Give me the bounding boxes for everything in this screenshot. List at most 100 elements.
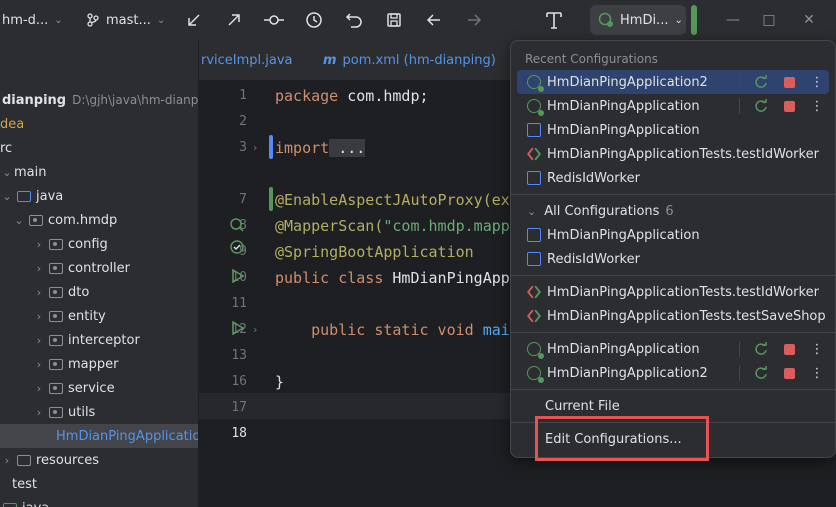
code-line: public static void mai	[275, 321, 510, 339]
stop-icon[interactable]	[781, 98, 797, 114]
chevron-right-icon: ›	[36, 285, 42, 299]
line-number: 2	[239, 114, 247, 129]
more-options-icon[interactable]: ⋮	[809, 74, 825, 90]
recent-configurations-header: Recent Configurations	[525, 52, 658, 66]
stop-icon[interactable]	[781, 365, 797, 381]
divider	[511, 389, 836, 390]
tree-item-service[interactable]: › service	[32, 376, 115, 400]
config-item[interactable]: HmDianPingApplication2 ⋮	[517, 70, 829, 94]
tree-item-idea[interactable]: dea	[0, 112, 24, 136]
config-item[interactable]: HmDianPingApplicationTests.testIdWorker	[517, 280, 829, 304]
tree-item-interceptor[interactable]: › interceptor	[32, 328, 140, 352]
tree-item-dto[interactable]: › dto	[32, 280, 90, 304]
root-path: D:\gjh\java\hm-dianpin	[72, 93, 199, 107]
more-options-icon[interactable]: ⋮	[809, 341, 825, 357]
chevron-down-icon: ⌄	[674, 14, 683, 26]
minimize-icon[interactable]: —	[720, 8, 746, 32]
rollback-icon[interactable]	[342, 8, 366, 32]
code-line: public class HmDianPingApp	[275, 269, 510, 287]
vcs-added-marker	[269, 187, 273, 211]
tab-service-impl[interactable]: rviceImpl.java	[201, 40, 293, 80]
package-icon	[49, 238, 63, 250]
tree-item-mapper[interactable]: › mapper	[32, 352, 119, 376]
line-number: 16	[231, 374, 247, 389]
tree-item-main-class[interactable]: HmDianPingApplicatio	[0, 424, 198, 448]
config-item[interactable]: HmDianPingApplicationTests.testSaveShop	[517, 304, 829, 328]
test-icon	[527, 309, 541, 323]
vcs-change-marker	[269, 135, 273, 159]
close-icon[interactable]: ✕	[796, 8, 822, 32]
code-line: @SpringBootApplication	[275, 243, 474, 261]
test-icon	[527, 285, 541, 299]
config-item[interactable]: HmDianPingApplication2 ⋮	[517, 361, 829, 385]
divider	[511, 332, 836, 333]
rerun-icon[interactable]	[753, 341, 769, 357]
forward-arrow-icon[interactable]	[462, 8, 486, 32]
save-icon[interactable]	[382, 8, 406, 32]
run-status-indicator	[691, 5, 697, 35]
chevron-right-icon: ›	[36, 309, 42, 323]
push-icon[interactable]	[222, 8, 246, 32]
config-item[interactable]: HmDianPingApplication ⋮	[517, 94, 829, 118]
commit-icon[interactable]	[262, 8, 286, 32]
chevron-down-icon: ⌄	[2, 189, 12, 203]
code-line: @EnableAspectJAutoProxy(ex	[275, 191, 510, 209]
rerun-icon[interactable]	[753, 98, 769, 114]
maximize-icon[interactable]: □	[756, 8, 782, 32]
line-number: 1	[239, 88, 247, 103]
build-hammer-icon[interactable]	[542, 8, 566, 32]
history-icon[interactable]	[302, 8, 326, 32]
stop-icon[interactable]	[781, 74, 797, 90]
update-project-icon[interactable]	[182, 8, 206, 32]
tree-item-controller[interactable]: › controller	[32, 256, 130, 280]
tree-item-utils[interactable]: › utils	[32, 400, 96, 424]
fold-chevron-icon[interactable]: ›	[253, 323, 263, 336]
more-options-icon[interactable]: ⋮	[809, 98, 825, 114]
chevron-right-icon: ›	[36, 237, 42, 251]
code-line: }	[275, 373, 285, 391]
config-item[interactable]: HmDianPingApplication	[517, 223, 829, 247]
tree-item-src[interactable]: rc	[0, 136, 12, 160]
branch-selector[interactable]: mast... ⌄	[86, 8, 165, 32]
tree-root[interactable]: dianping D:\gjh\java\hm-dianpin	[2, 88, 199, 112]
tree-item-entity[interactable]: › entity	[32, 304, 106, 328]
tree-item-test-java[interactable]: java	[0, 496, 49, 507]
config-item[interactable]: HmDianPingApplication	[517, 118, 829, 142]
bean-search-icon[interactable]	[229, 217, 245, 233]
more-options-icon[interactable]: ⋮	[809, 365, 825, 381]
config-item[interactable]: RedisIdWorker	[517, 247, 829, 271]
config-item[interactable]: HmDianPingApplicationTests.testIdWorker	[517, 142, 829, 166]
divider	[511, 275, 836, 276]
back-arrow-icon[interactable]	[422, 8, 446, 32]
current-file-item[interactable]: Current File	[517, 394, 829, 418]
tree-item-config[interactable]: › config	[32, 232, 108, 256]
spring-app-icon	[527, 75, 544, 92]
rerun-icon[interactable]	[753, 74, 769, 90]
config-item[interactable]: HmDianPingApplication ⋮	[517, 337, 829, 361]
all-configurations-toggle[interactable]: ⌄ All Configurations 6	[517, 199, 829, 223]
tree-item-java[interactable]: ⌄ java	[0, 184, 63, 208]
chevron-right-icon: ›	[36, 405, 42, 419]
run-gutter-icon[interactable]	[231, 321, 245, 335]
stop-icon[interactable]	[781, 341, 797, 357]
code-line: package com.hmdp;	[275, 87, 429, 105]
rerun-icon[interactable]	[753, 365, 769, 381]
chevron-right-icon: ›	[36, 357, 42, 371]
chevron-down-icon: ⌄	[54, 14, 63, 26]
tree-item-test[interactable]: test	[0, 472, 37, 496]
spring-boot-icon[interactable]	[229, 239, 247, 257]
chevron-down-icon: ⌄	[156, 14, 166, 26]
fold-chevron-icon[interactable]: ›	[253, 141, 263, 154]
tree-item-main[interactable]: ⌄ main	[0, 160, 46, 184]
config-item[interactable]: RedisIdWorker	[517, 166, 829, 190]
package-icon	[49, 262, 63, 274]
tab-pom-xml[interactable]: m pom.xml (hm-dianping)	[323, 40, 496, 80]
project-name: hm-d...	[2, 12, 49, 28]
tree-item-resources[interactable]: › resources	[0, 448, 99, 472]
run-configuration-selector[interactable]: HmDi... ⌄	[590, 5, 686, 35]
run-gutter-icon[interactable]	[231, 269, 245, 283]
project-selector[interactable]: hm-d... ⌄	[0, 8, 63, 32]
spring-app-icon	[598, 12, 613, 27]
line-number: 18	[231, 426, 247, 441]
tree-item-com-hmdp[interactable]: ⌄ com.hmdp	[12, 208, 117, 232]
